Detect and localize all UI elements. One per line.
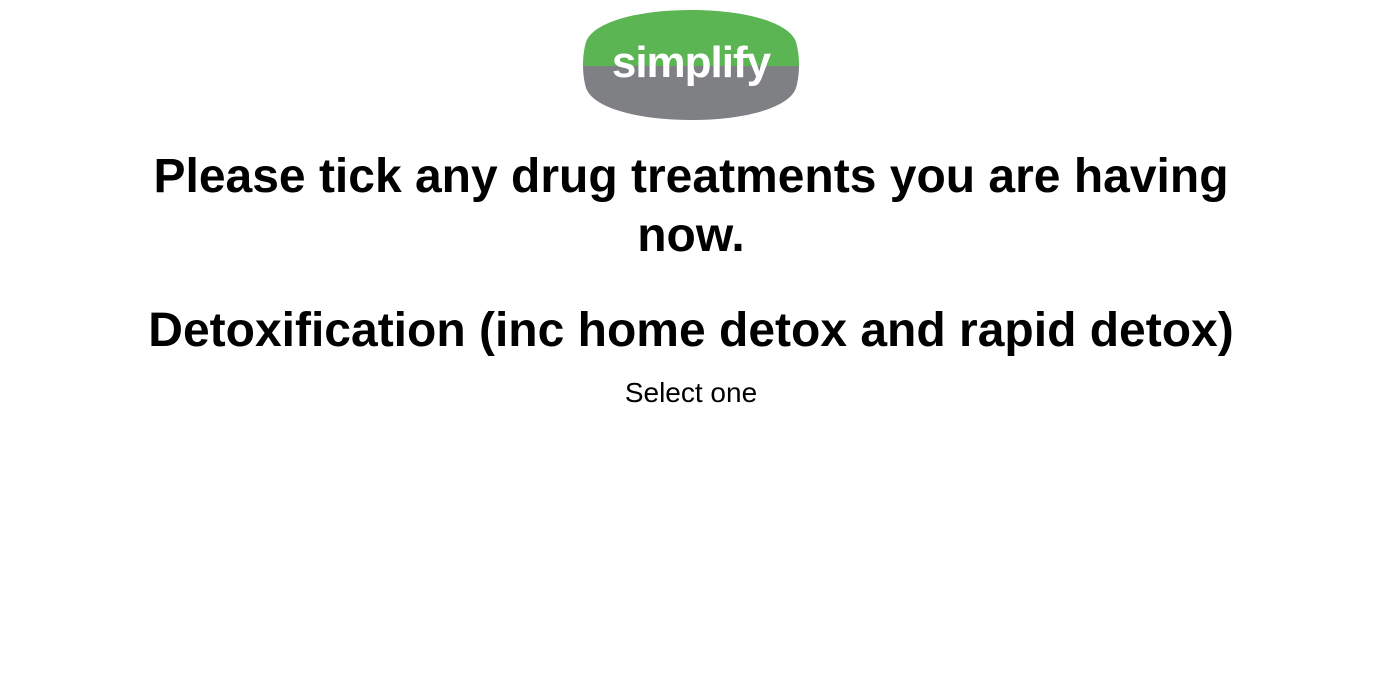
logo-wordmark: simplify [612, 38, 772, 87]
simplify-logo: simplify [583, 10, 799, 120]
treatment-heading: Detoxification (inc home detox and rapid… [148, 304, 1234, 357]
question-title: Please tick any drug treatments you are … [153, 150, 1229, 262]
select-instruction: Select one [624, 377, 758, 408]
